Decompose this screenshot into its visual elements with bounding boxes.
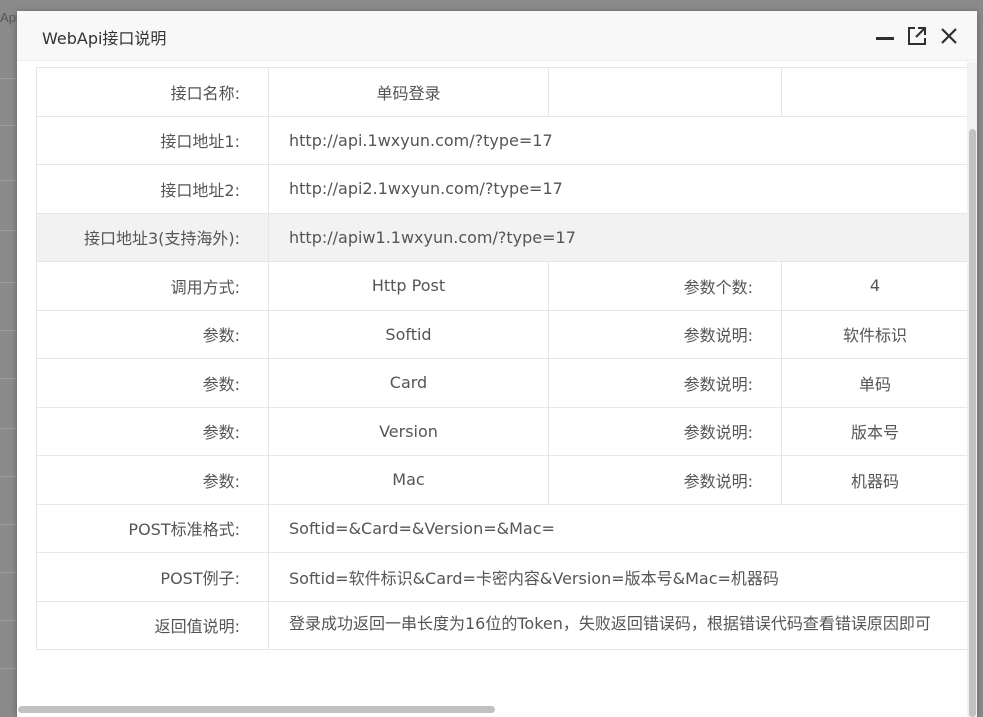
param-name: Version [268,406,549,456]
url1-value: http://api.1wxyun.com/?type=17 [268,115,969,165]
api-info-table-wrapper: 接口名称: 单码登录 接口地址1: http://api.1wxyun.com/… [36,67,969,650]
url1-label: 接口地址1: [36,115,269,165]
url3-value: http://apiw1.1wxyun.com/?type=17 [268,212,969,262]
method-label: 调用方式: [36,261,269,311]
dialog-title: WebApi接口说明 [42,29,167,48]
maximize-button[interactable] [905,25,929,47]
background-divider [0,282,18,283]
background-divider [0,78,18,79]
api-info-table: 接口名称: 单码登录 接口地址1: http://api.1wxyun.com/… [36,67,969,650]
param-desc: 单码 [781,358,969,408]
param-label: 参数: [36,406,269,456]
name-value: 单码登录 [268,67,549,117]
return-label: 返回值说明: [36,600,269,650]
background-divider [0,125,18,126]
param-desc: 软件标识 [781,309,969,359]
background-divider [0,180,18,181]
param-name: Softid [268,309,549,359]
param-desc: 机器码 [781,455,969,505]
background-divider [0,428,18,429]
table-row: POST标准格式: Softid=&Card=&Version=&Mac= [36,503,969,553]
param-name: Card [268,358,549,408]
close-button[interactable] [937,25,961,47]
dialog-body: 接口名称: 单码登录 接口地址1: http://api.1wxyun.com/… [17,62,977,717]
post-format-value: Softid=&Card=&Version=&Mac= [268,503,969,553]
minimize-button[interactable] [873,25,897,47]
background-divider [0,524,18,525]
background-partial-text: Api [0,10,19,25]
table-row: 接口地址1: http://api.1wxyun.com/?type=17 [36,115,969,165]
empty-cell [781,67,969,117]
param-label: 参数: [36,455,269,505]
background-divider [0,230,18,231]
table-row: 参数: Card 参数说明: 单码 [36,358,969,408]
param-desc-label: 参数说明: [548,358,782,408]
table-row: 参数: Softid 参数说明: 软件标识 [36,309,969,359]
background-divider [0,572,18,573]
background-divider [0,476,18,477]
minimize-icon [876,37,894,40]
table-row-highlighted: 接口地址3(支持海外): http://apiw1.1wxyun.com/?ty… [36,212,969,262]
return-value: 登录成功返回一串长度为16位的Token，失败返回错误码，根据错误代码查看错误原… [268,600,969,650]
param-label: 参数: [36,309,269,359]
vertical-scrollbar-thumb[interactable] [969,129,976,717]
url2-value: http://api2.1wxyun.com/?type=17 [268,164,969,214]
table-row: POST例子: Softid=软件标识&Card=卡密内容&Version=版本… [36,552,969,602]
close-icon [941,28,957,44]
table-row: 返回值说明: 登录成功返回一串长度为16位的Token，失败返回错误码，根据错误… [36,600,969,650]
table-row: 接口地址2: http://api2.1wxyun.com/?type=17 [36,164,969,214]
param-desc-label: 参数说明: [548,455,782,505]
table-row: 接口名称: 单码登录 [36,67,969,117]
param-count-value: 4 [781,261,969,311]
post-example-label: POST例子: [36,552,269,602]
empty-cell [548,67,782,117]
param-count-label: 参数个数: [548,261,782,311]
api-info-dialog: WebApi接口说明 接口名称: 单码登录 接口地址1: http://api.… [17,11,977,717]
method-value: Http Post [268,261,549,311]
url3-label: 接口地址3(支持海外): [36,212,269,262]
post-example-value: Softid=软件标识&Card=卡密内容&Version=版本号&Mac=机器… [268,552,969,602]
horizontal-scrollbar-thumb[interactable] [18,706,495,713]
background-divider [0,620,18,621]
dialog-header[interactable]: WebApi接口说明 [17,11,977,61]
table-row: 参数: Version 参数说明: 版本号 [36,406,969,456]
param-desc-label: 参数说明: [548,309,782,359]
name-label: 接口名称: [36,67,269,117]
param-name: Mac [268,455,549,505]
param-label: 参数: [36,358,269,408]
background-divider [0,330,18,331]
background-divider [0,378,18,379]
table-row: 参数: Mac 参数说明: 机器码 [36,455,969,505]
url2-label: 接口地址2: [36,164,269,214]
table-row: 调用方式: Http Post 参数个数: 4 [36,261,969,311]
background-divider [0,668,18,669]
maximize-icon [908,27,926,45]
post-format-label: POST标准格式: [36,503,269,553]
param-desc: 版本号 [781,406,969,456]
param-desc-label: 参数说明: [548,406,782,456]
dialog-controls [873,25,961,47]
